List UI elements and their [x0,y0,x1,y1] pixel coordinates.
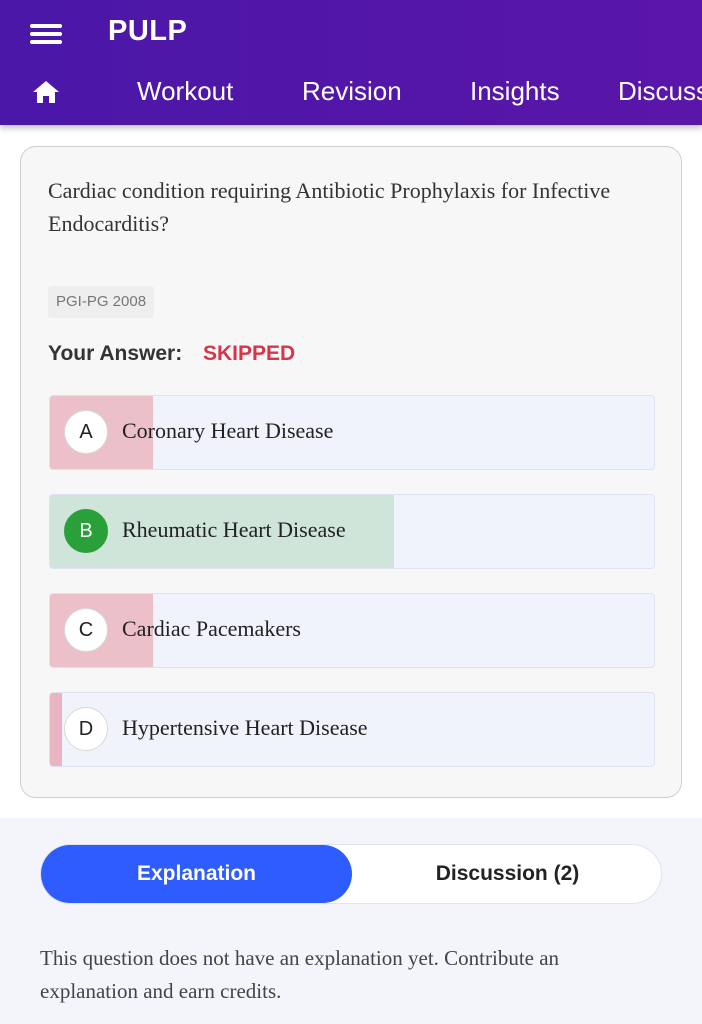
option-a-letter: A [64,410,108,454]
option-b[interactable]: B Rheumatic Heart Disease [49,494,655,569]
option-d[interactable]: D Hypertensive Heart Disease [49,692,655,767]
home-icon[interactable] [30,78,62,106]
explanation-text: This question does not have an explanati… [40,946,560,1003]
tab-discussion[interactable]: Discussion (2) [352,845,663,903]
option-c-text: Cardiac Pacemakers [122,616,301,641]
option-c[interactable]: C Cardiac Pacemakers [49,593,655,668]
tab-workout[interactable]: Workout [137,76,233,107]
option-d-text: Hypertensive Heart Disease [122,715,368,740]
app-title: PULP [108,15,188,47]
option-b-text: Rheumatic Heart Disease [122,517,346,542]
hamburger-menu-icon[interactable] [30,20,62,46]
app-header: PULP Workout Revision Insights Discuss [0,0,702,125]
option-a[interactable]: A Coronary Heart Disease [49,395,655,470]
explanation-discussion-toggle: Explanation Discussion (2) [40,844,662,904]
your-answer-label: Your Answer: [48,342,183,365]
explanation-panel: Explanation Discussion (2) This question… [0,818,702,1024]
option-c-letter: C [64,608,108,652]
tab-insights[interactable]: Insights [470,76,560,107]
tab-explanation[interactable]: Explanation [41,845,352,903]
option-d-percentage-bar [50,693,63,766]
answer-status: SKIPPED [203,342,296,365]
option-b-letter: B [64,509,108,553]
exam-tag: PGI-PG 2008 [48,286,155,318]
option-a-text: Coronary Heart Disease [122,418,334,443]
question-card: Cardiac condition requiring Antibiotic P… [20,146,682,798]
option-d-letter: D [64,707,108,751]
question-text: Cardiac condition requiring Antibiotic P… [48,178,611,236]
tab-revision[interactable]: Revision [302,76,402,107]
tab-discuss[interactable]: Discuss [618,76,702,107]
